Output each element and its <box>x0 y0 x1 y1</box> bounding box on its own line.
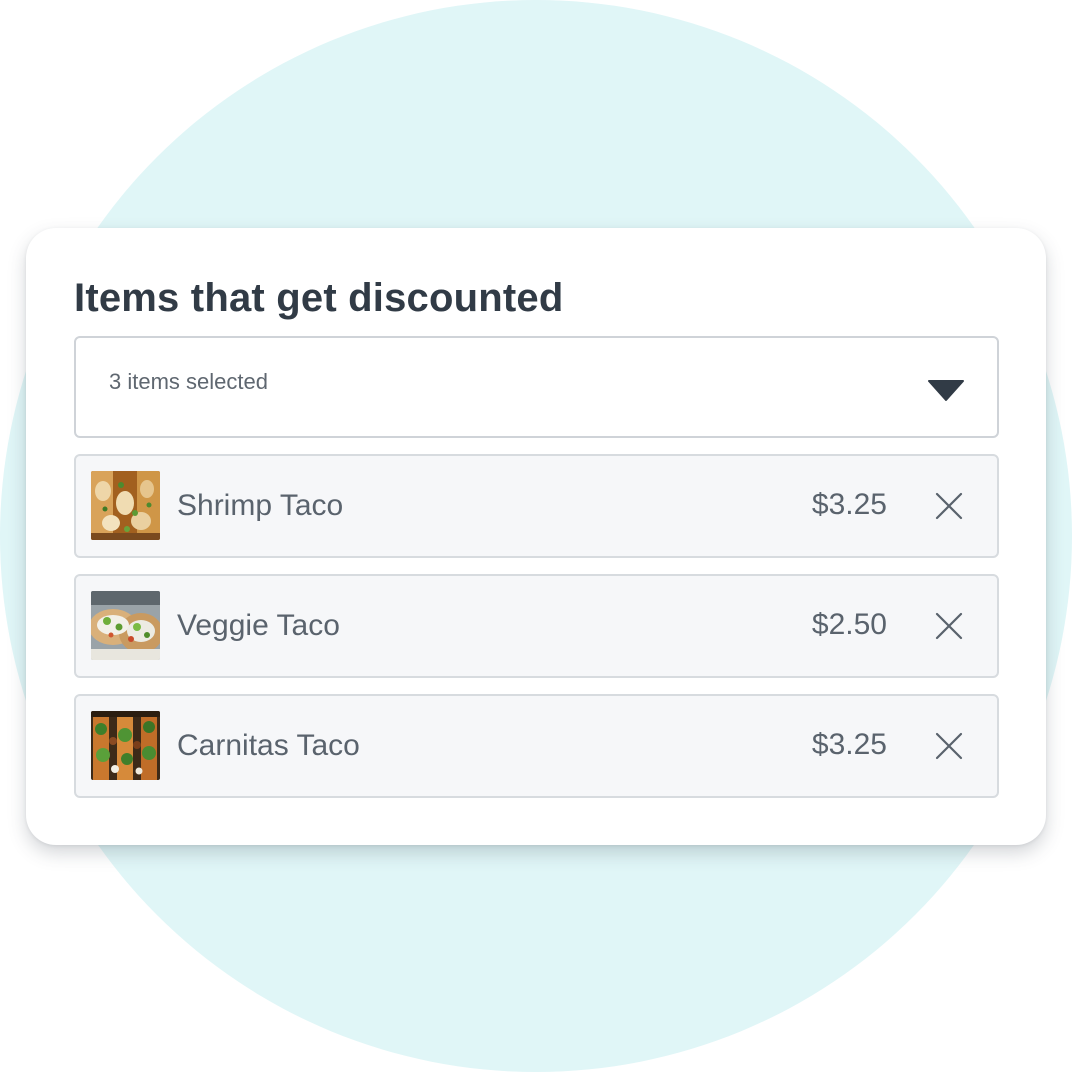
carnitas-taco-image <box>91 711 160 780</box>
item-name: Veggie Taco <box>177 609 340 642</box>
close-icon[interactable] <box>929 486 969 526</box>
caret-down-icon[interactable] <box>928 380 964 402</box>
item-price: $3.25 <box>811 488 887 521</box>
close-icon[interactable] <box>929 606 969 646</box>
discounted-items-card: Items that get discounted 3 items select… <box>26 228 1046 845</box>
item-name: Shrimp Taco <box>177 489 344 522</box>
selected-item-row: Shrimp Taco $3.25 <box>74 454 999 558</box>
item-price: $3.25 <box>811 728 887 761</box>
item-price: $2.50 <box>811 608 887 641</box>
items-select-dropdown[interactable]: 3 items selected <box>74 336 999 438</box>
close-icon[interactable] <box>929 726 969 766</box>
shrimp-taco-image <box>91 471 160 540</box>
section-title: Items that get discounted <box>74 276 564 320</box>
selected-item-row: Carnitas Taco $3.25 <box>74 694 999 798</box>
dropdown-selected-value: 3 items selected <box>109 369 268 394</box>
item-name: Carnitas Taco <box>177 729 360 762</box>
selected-item-row: Veggie Taco $2.50 <box>74 574 999 678</box>
veggie-taco-image <box>91 591 160 660</box>
page: Items that get discounted 3 items select… <box>0 0 1072 1072</box>
